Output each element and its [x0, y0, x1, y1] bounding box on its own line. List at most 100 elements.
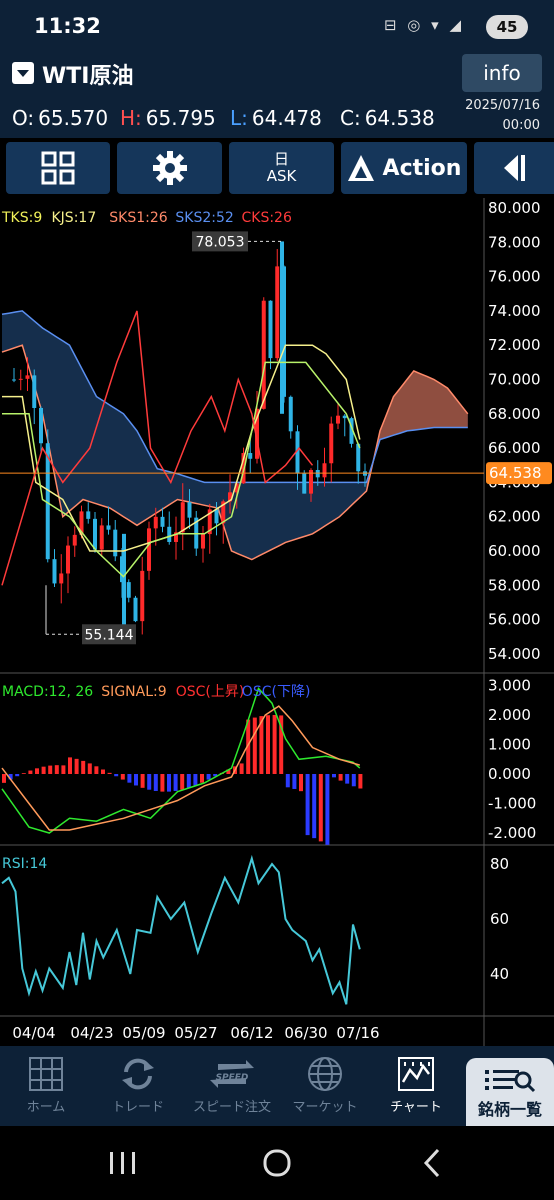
macd-legend-item: MACD:12, 26 [2, 684, 93, 700]
tab-market[interactable]: マーケット [280, 1046, 370, 1126]
x-date-label: 07/16 [336, 1024, 379, 1042]
candle-body [248, 453, 253, 459]
info-button[interactable]: info [462, 54, 542, 92]
price-tick-label: 68.000 [488, 405, 541, 423]
tab-symbol-list[interactable]: 銘柄一覧 [466, 1058, 554, 1126]
candle-body [12, 379, 16, 381]
candle-body [140, 570, 145, 622]
price-tick-label: 72.000 [488, 336, 541, 354]
macd-tick-label: -2.000 [488, 824, 536, 842]
price-tick-label: 54.000 [488, 645, 541, 663]
macd-osc-bar [147, 774, 152, 790]
candle-body [32, 375, 37, 408]
price-tick-label: 56.000 [488, 611, 541, 629]
candle-body [25, 375, 30, 379]
macd-osc-bar [186, 774, 191, 788]
macd-osc-bar [173, 774, 178, 791]
candle-body [322, 463, 327, 478]
macd-osc-bar [35, 768, 39, 774]
macd-osc-bar [28, 770, 33, 774]
macd-osc-bar [81, 760, 86, 774]
symbol-title[interactable]: WTI原油 [42, 58, 133, 90]
recent-apps-icon[interactable] [110, 1152, 135, 1174]
tab-chart[interactable]: チャート [370, 1046, 462, 1126]
chart-icon [398, 1057, 434, 1091]
candle-body [275, 266, 280, 359]
price-tick-label: 80.000 [488, 199, 541, 217]
macd-osc-bar [285, 774, 290, 788]
macd-osc-bar [167, 774, 171, 792]
macd-osc-bar [200, 774, 204, 783]
clock: 11:32 [34, 14, 101, 38]
macd-osc-bar [68, 757, 72, 774]
macd-tick-label: 2.000 [488, 706, 531, 724]
macd-osc-bar [2, 774, 6, 783]
candle-body [342, 415, 347, 419]
macd-osc-bar [101, 769, 105, 774]
macd-osc-bar [351, 774, 356, 787]
macd-tick-label: 3.000 [488, 677, 531, 695]
grid-icon [41, 151, 75, 185]
macd-osc-bar [318, 774, 323, 842]
candle-body [329, 423, 334, 464]
collapse-panel-button[interactable] [474, 142, 554, 194]
candle-body [99, 525, 104, 550]
candle-body [261, 300, 266, 409]
macd-osc-bar [127, 774, 132, 783]
macd-osc-bar [134, 774, 138, 786]
list-icon [485, 1070, 536, 1093]
x-date-label: 05/27 [174, 1024, 217, 1042]
price-tick-label: 58.000 [488, 576, 541, 594]
chart-panel[interactable]: 78.053 55.144 80.000 78.000 76.000 74.000 72.… [0, 198, 554, 1046]
price-tick-label: 60.000 [488, 542, 541, 560]
price-legend-item: TKS:9 [1, 210, 42, 226]
candle-body [187, 502, 192, 518]
price-tick-label: 78.000 [488, 233, 541, 251]
back-nav-icon[interactable] [423, 1148, 440, 1178]
candle-body [280, 241, 284, 414]
macd-osc-bar [140, 774, 145, 788]
grid-icon [29, 1057, 63, 1091]
ask-top-label: 日 [273, 150, 289, 168]
x-date-label: 05/09 [122, 1024, 165, 1042]
macd-osc-bar [305, 774, 310, 836]
macd-osc-bar [345, 774, 350, 784]
macd-legend-item: OSC(下降) [242, 684, 311, 700]
price-legend-item: CKS:26 [242, 210, 292, 226]
macd-osc-bar [160, 774, 165, 792]
tab-home[interactable]: ホーム [0, 1046, 92, 1126]
macd-osc-bar [21, 773, 26, 774]
chart-toolbar: 日 ASK Action [0, 140, 554, 198]
macd-osc-bar [299, 774, 303, 792]
tab-speed-order[interactable]: SPEED スピード注文 [184, 1046, 280, 1126]
layout-grid-button[interactable] [6, 142, 110, 194]
rsi-legend-label: RSI:14 [2, 856, 47, 872]
macd-osc-bar [48, 765, 53, 774]
home-nav-icon[interactable] [263, 1149, 291, 1177]
macd-osc-bar [54, 765, 59, 774]
rsi-tick-label: 40 [490, 965, 509, 983]
action-button[interactable]: Action [341, 142, 467, 194]
chart-canvas[interactable]: 78.053 55.144 80.000 78.000 76.000 74.000 72.… [0, 198, 554, 1046]
instrument-header: WTI原油 info O: 65.570 H: 65.795 L: 64.478 C:… [0, 52, 554, 138]
macd-legend-item: OSC(上昇) [176, 684, 245, 700]
rsi-tick-label: 60 [490, 910, 509, 928]
macd-osc-bar [206, 774, 211, 780]
candle-body [113, 529, 118, 557]
ask-toggle-button[interactable]: 日 ASK [229, 142, 334, 194]
macd-osc-bar [153, 774, 158, 791]
candle-body [133, 597, 138, 622]
macd-osc-bar [338, 774, 343, 781]
x-date-label: 06/30 [284, 1024, 327, 1042]
high-callout-label: 78.053 [196, 234, 245, 250]
settings-button[interactable] [117, 142, 222, 194]
candle-body [180, 502, 185, 533]
macd-osc-bar [272, 715, 277, 774]
symbol-dropdown-icon[interactable] [12, 62, 34, 84]
macd-tick-label: 1.000 [488, 736, 531, 754]
tab-trade[interactable]: トレード [92, 1046, 184, 1126]
macd-osc-bar [87, 763, 92, 774]
macd-osc-bar [266, 715, 270, 774]
candle-body [167, 526, 172, 542]
rsi-line [1, 854, 361, 1005]
